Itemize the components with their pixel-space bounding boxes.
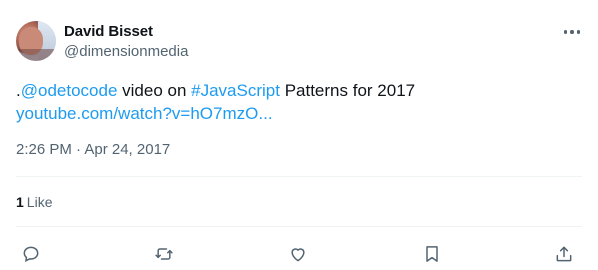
share-icon[interactable] bbox=[548, 238, 580, 270]
hashtag-link[interactable]: #JavaScript bbox=[191, 81, 280, 100]
bookmark-icon[interactable] bbox=[416, 238, 448, 270]
more-dot bbox=[563, 30, 568, 34]
tweet-card: David Bisset @dimensionmedia .@odetocode… bbox=[0, 0, 598, 267]
avatar-shadow bbox=[16, 49, 56, 61]
retweet-icon[interactable] bbox=[148, 238, 180, 270]
likes-count[interactable]: 1 Like bbox=[16, 194, 52, 210]
tweet-suffix: Patterns for 2017 bbox=[279, 81, 416, 100]
tweet-mid-text: video on bbox=[117, 81, 192, 100]
likes-label: Like bbox=[26, 194, 53, 210]
more-dot bbox=[570, 30, 574, 34]
reply-icon[interactable] bbox=[15, 238, 47, 270]
avatar[interactable] bbox=[16, 21, 56, 61]
mention-link[interactable]: @odetocode bbox=[21, 81, 118, 100]
heart-icon[interactable] bbox=[282, 238, 314, 270]
timestamp[interactable]: 2:26 PM · Apr 24, 2017 bbox=[16, 141, 170, 158]
author-name[interactable]: David Bisset bbox=[64, 23, 153, 40]
url-link[interactable]: youtube.com/watch?v=hO7mzO... bbox=[16, 102, 586, 125]
tweet-text: .@odetocode video on #JavaScript Pattern… bbox=[16, 79, 586, 125]
action-bar bbox=[0, 238, 598, 270]
divider bbox=[16, 176, 582, 177]
divider bbox=[16, 226, 582, 227]
more-options-icon[interactable] bbox=[560, 23, 584, 41]
author-handle[interactable]: @dimensionmedia bbox=[64, 43, 188, 60]
likes-number: 1 bbox=[16, 194, 24, 210]
more-dot bbox=[576, 30, 581, 34]
